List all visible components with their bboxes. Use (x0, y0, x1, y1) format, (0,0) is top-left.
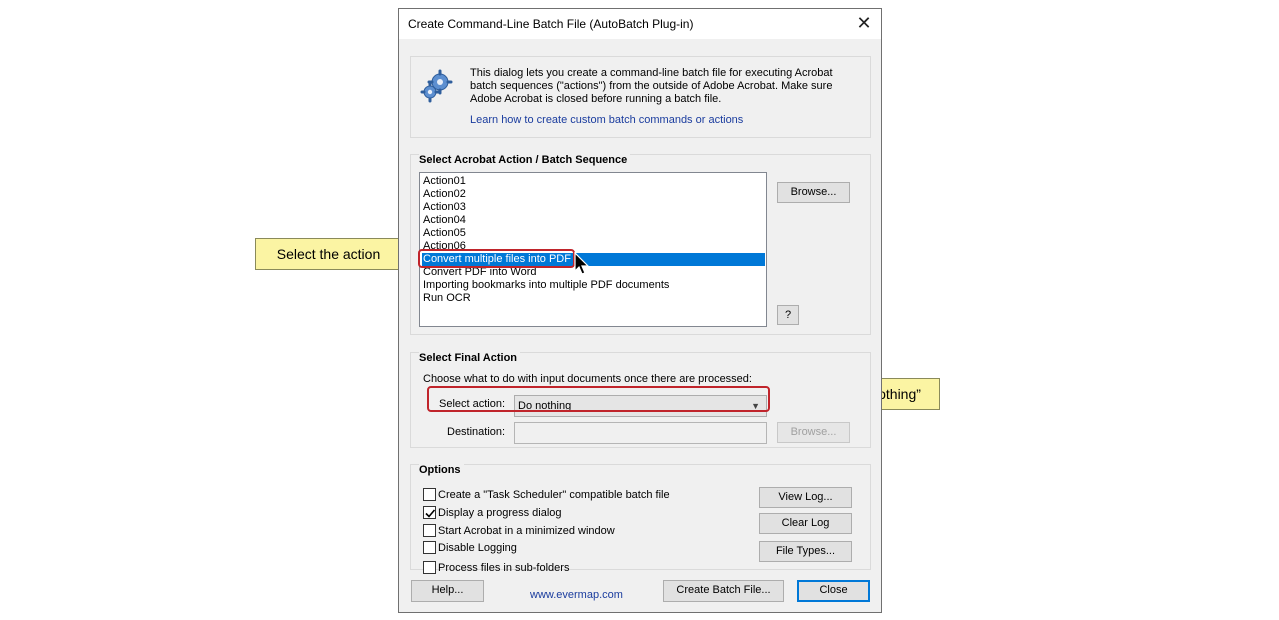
list-item[interactable]: Action01 (422, 175, 765, 188)
progress-dialog-checkbox[interactable] (423, 506, 436, 519)
options-group-title: Options (419, 464, 464, 476)
clear-log-button[interactable]: Clear Log (759, 513, 852, 534)
file-types-button[interactable]: File Types... (759, 541, 852, 562)
checkmark-icon (425, 509, 436, 518)
info-line-1: This dialog lets you create a command-li… (470, 67, 833, 79)
mouse-cursor-icon (574, 252, 590, 275)
list-item[interactable]: Importing bookmarks into multiple PDF do… (422, 279, 765, 292)
gears-icon (420, 69, 453, 103)
list-item[interactable]: Action04 (422, 214, 765, 227)
title-bar: Create Command-Line Batch File (AutoBatc… (399, 9, 881, 39)
batch-file-dialog: Create Command-Line Batch File (AutoBatc… (398, 8, 882, 613)
action-group-title: Select Acrobat Action / Batch Sequence (419, 154, 631, 166)
list-item[interactable]: Run OCR (422, 292, 765, 305)
create-batch-file-button[interactable]: Create Batch File... (663, 580, 784, 602)
list-item[interactable]: Action03 (422, 201, 765, 214)
disable-logging-label: Disable Logging (438, 542, 517, 554)
minimized-label: Start Acrobat in a minimized window (438, 525, 615, 537)
close-button[interactable]: Close (797, 580, 870, 602)
action-browse-button[interactable]: Browse... (777, 182, 850, 203)
highlight-select-action (427, 386, 770, 412)
sub-folders-label: Process files in sub-folders (438, 562, 570, 574)
destination-label: Destination: (447, 426, 506, 438)
callout-select-action: Select the action (255, 238, 402, 270)
list-item[interactable]: Action05 (422, 227, 765, 240)
help-button[interactable]: Help... (411, 580, 484, 602)
info-line-3: Adobe Acrobat is closed before running a… (470, 93, 722, 105)
highlight-selected-action (418, 249, 575, 268)
destination-field[interactable] (514, 422, 767, 444)
options-group: Options Create a "Task Scheduler" compat… (410, 464, 871, 574)
task-scheduler-checkbox[interactable] (423, 488, 436, 501)
final-group-title: Select Final Action (419, 352, 521, 364)
final-description: Choose what to do with input documents o… (423, 373, 752, 385)
task-scheduler-label: Create a "Task Scheduler" compatible bat… (438, 489, 670, 501)
dialog-title: Create Command-Line Batch File (AutoBatc… (408, 17, 694, 31)
sub-folders-checkbox[interactable] (423, 561, 436, 574)
view-log-button[interactable]: View Log... (759, 487, 852, 508)
close-icon[interactable]: ✕ (853, 13, 875, 35)
progress-dialog-label: Display a progress dialog (438, 507, 562, 519)
action-help-button[interactable]: ? (777, 305, 799, 325)
info-panel: This dialog lets you create a command-li… (410, 56, 871, 138)
minimized-checkbox[interactable] (423, 524, 436, 537)
destination-browse-button[interactable]: Browse... (777, 422, 850, 443)
info-line-2: batch sequences ("actions") from the out… (470, 80, 833, 92)
list-item[interactable]: Action02 (422, 188, 765, 201)
disable-logging-checkbox[interactable] (423, 541, 436, 554)
learn-more-link[interactable]: Learn how to create custom batch command… (470, 114, 743, 126)
website-link[interactable]: www.evermap.com (530, 589, 623, 601)
action-group: Select Acrobat Action / Batch Sequence A… (410, 154, 871, 335)
